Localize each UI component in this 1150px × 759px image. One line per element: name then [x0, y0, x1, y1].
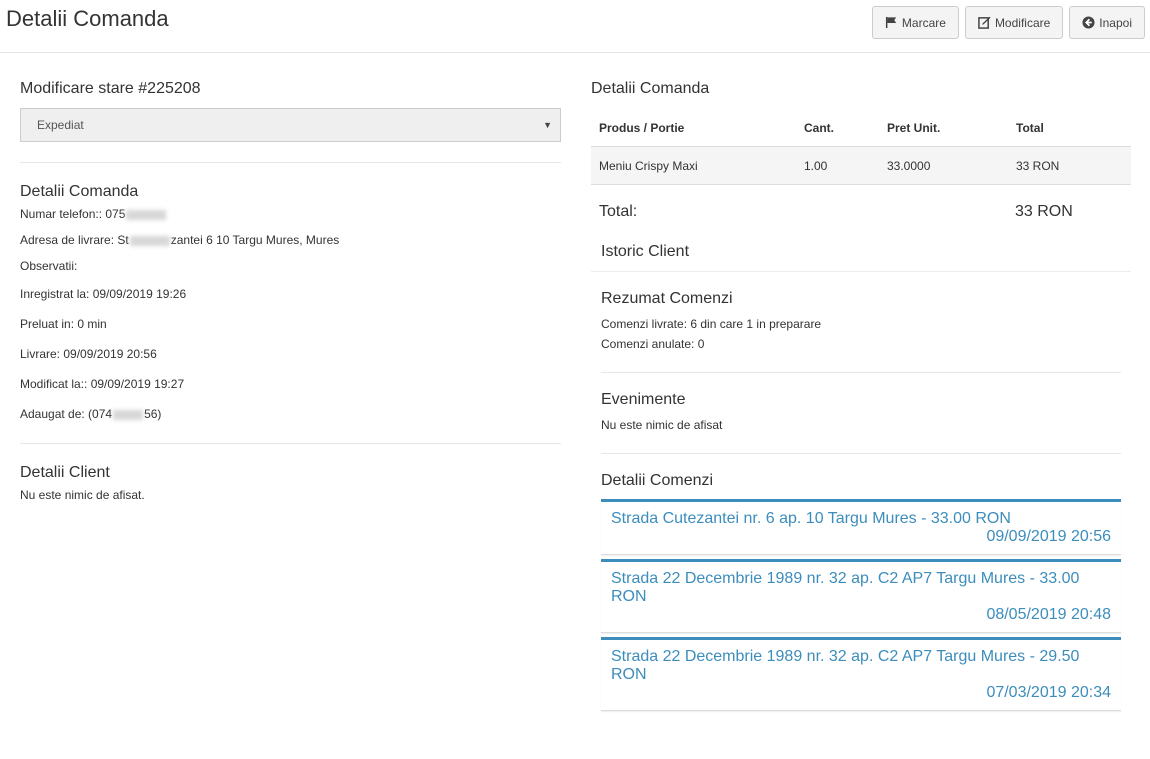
phone-line: Numar telefon:: 075 [20, 207, 561, 221]
orders-history-list: Strada Cutezantei nr. 6 ap. 10 Targu Mur… [601, 499, 1121, 711]
orders-summary-title: Rezumat Comenzi [601, 290, 733, 307]
taken-line: Preluat in: 0 min [20, 317, 107, 331]
caret-down-icon: ▼ [543, 120, 552, 130]
redacted-phone [126, 209, 167, 220]
order-table-title: Detalii Comanda [591, 80, 710, 97]
orders-summary-body: Rezumat Comenzi Comenzi livrate: 6 din c… [601, 290, 1121, 373]
left-column: Modificare stare #225208 Expediat ▼ Deta… [20, 80, 561, 502]
back-button[interactable]: Inapoi [1069, 6, 1145, 39]
header-actions: Marcare Modificare Inapoi [871, 6, 1145, 39]
client-details-title: Detalii Client [20, 464, 110, 481]
flag-icon [885, 16, 897, 29]
page-title: Detalii Comanda [6, 6, 169, 31]
order-details-title: Detalii Comanda [20, 183, 139, 200]
observations-line: Observatii: [20, 259, 78, 273]
edit-icon [978, 16, 991, 29]
list-item[interactable]: Strada Cutezantei nr. 6 ap. 10 Targu Mur… [601, 499, 1121, 555]
edit-button-label: Modificare [994, 15, 1051, 30]
list-item[interactable]: Strada 22 Decembrie 1989 nr. 32 ap. C2 A… [601, 637, 1121, 711]
order-address: Strada 22 Decembrie 1989 nr. 32 ap. C2 A… [611, 570, 1080, 605]
modified-line: Modificat la:: 09/09/2019 19:27 [20, 377, 185, 391]
order-date: 07/03/2019 20:34 [986, 684, 1111, 701]
column-header-product: Produs / Portie [591, 110, 796, 147]
client-history-title: Istoric Client [601, 243, 690, 260]
right-column: Detalii Comanda Produs / Portie Cant. Pr… [591, 80, 1131, 715]
back-button-label: Inapoi [1099, 15, 1132, 30]
order-address: Strada Cutezantei nr. 6 ap. 10 Targu Mur… [611, 510, 1011, 527]
orders-summary-section: Rezumat Comenzi Comenzi livrate: 6 din c… [591, 272, 1131, 373]
order-total: Total: 33 RON [591, 203, 1131, 221]
status-selected-value: Expediat [37, 118, 84, 132]
events-title: Evenimente [601, 391, 686, 408]
arrow-left-circle-icon [1082, 16, 1095, 29]
orders-history-section: Detalii Comenzi Strada Cutezantei nr. 6 … [591, 454, 1131, 711]
status-title: Modificare stare #225208 [20, 80, 201, 97]
delivered-count: Comenzi livrate: 6 din care 1 in prepara… [601, 317, 822, 331]
delivery-line: Livrare: 09/09/2019 20:56 [20, 347, 157, 361]
events-body: Evenimente Nu este nimic de afisat [601, 391, 1121, 454]
mark-button[interactable]: Marcare [871, 6, 959, 39]
added-by-line: Adaugat de: (074 56) [20, 407, 561, 421]
phone-label: Numar telefon:: 075 [20, 207, 126, 221]
column-header-unit-price: Pret Unit. [879, 110, 1008, 147]
column-header-total: Total [1008, 110, 1131, 147]
cell-unit-price: 33.0000 [879, 146, 1008, 185]
address-label: Adresa de livrare: St [20, 233, 129, 247]
cell-total: 33 RON [1008, 146, 1131, 185]
address-line: Adresa de livrare: St zantei 6 10 Targu M… [20, 233, 561, 247]
client-history-box: Istoric Client Rezumat Comenzi Comenzi l… [591, 243, 1131, 711]
orders-history-title: Detalii Comenzi [601, 472, 714, 489]
total-label: Total: [599, 203, 638, 220]
cell-product: Meniu Crispy Maxi [591, 146, 796, 185]
added-by-rest: 56) [144, 407, 162, 421]
cell-qty: 1.00 [796, 146, 879, 185]
column-header-qty: Cant. [796, 110, 879, 147]
added-by-label: Adaugat de: (074 [20, 407, 113, 421]
total-value: 33 RON [1015, 203, 1073, 220]
cancelled-count: Comenzi anulate: 0 [601, 337, 705, 351]
table-header-row: Produs / Portie Cant. Pret Unit. Total [591, 110, 1131, 147]
order-address: Strada 22 Decembrie 1989 nr. 32 ap. C2 A… [611, 648, 1080, 683]
list-item[interactable]: Strada 22 Decembrie 1989 nr. 32 ap. C2 A… [601, 559, 1121, 633]
address-rest: zantei 6 10 Targu Mures, Mures [170, 233, 340, 247]
table-row: Meniu Crispy Maxi 1.00 33.0000 33 RON [591, 146, 1131, 185]
client-history-header: Istoric Client [591, 243, 1131, 272]
divider [20, 162, 561, 163]
redacted-address [129, 235, 170, 246]
order-date: 08/05/2019 20:48 [986, 606, 1111, 623]
events-section: Evenimente Nu este nimic de afisat [591, 373, 1131, 454]
order-details-info: Numar telefon:: 075 Adresa de livrare: S… [20, 207, 561, 421]
registered-line: Inregistrat la: 09/09/2019 19:26 [20, 287, 187, 301]
status-select[interactable]: Expediat ▼ [20, 108, 561, 142]
edit-button[interactable]: Modificare [964, 6, 1064, 39]
client-empty-text: Nu este nimic de afisat. [20, 488, 145, 502]
order-items-table: Produs / Portie Cant. Pret Unit. Total M… [591, 110, 1131, 185]
redacted-added-by [113, 409, 144, 420]
mark-button-label: Marcare [901, 15, 946, 30]
order-date: 09/09/2019 20:56 [986, 528, 1111, 545]
divider [20, 443, 561, 444]
events-empty-text: Nu este nimic de afisat [601, 418, 723, 432]
page-header: Detalii Comanda Marcare Modificare Inapo… [0, 0, 1150, 53]
